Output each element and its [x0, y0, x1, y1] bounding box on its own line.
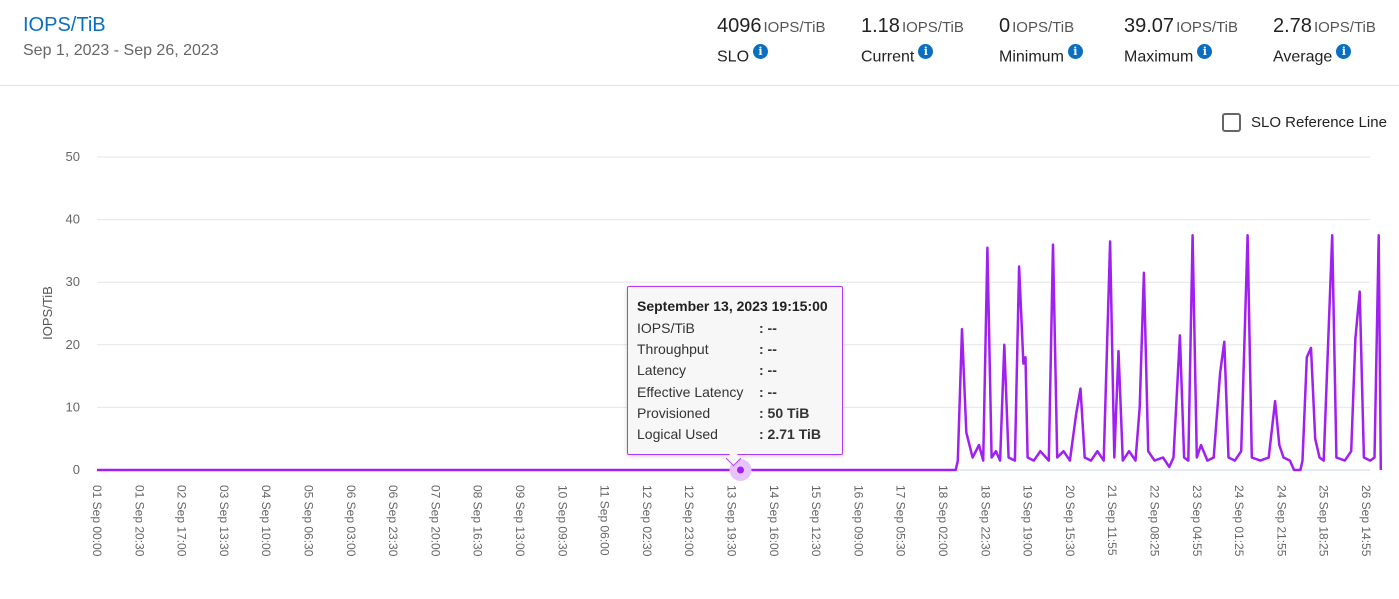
x-tick-label: 26 Sep 14:55	[1359, 485, 1373, 557]
tooltip-value: : 2.71 TiB	[759, 426, 821, 442]
x-tick-label: 15 Sep 12:30	[809, 485, 823, 557]
hover-marker[interactable]	[737, 466, 744, 474]
tooltip-key: Latency	[637, 362, 687, 378]
x-tick-label: 12 Sep 02:30	[640, 485, 654, 557]
y-tick-label: 40	[66, 212, 80, 227]
tooltip-value: : --	[759, 384, 777, 400]
x-tick-label: 06 Sep 03:00	[344, 485, 358, 557]
x-tick-label: 14 Sep 16:00	[767, 485, 781, 557]
x-tick-label: 03 Sep 13:30	[217, 485, 231, 557]
x-tick-label: 06 Sep 23:30	[386, 485, 400, 557]
x-tick-label: 22 Sep 08:25	[1148, 485, 1162, 557]
x-tick-label: 18 Sep 22:30	[978, 485, 992, 557]
x-tick-label: 07 Sep 20:00	[428, 485, 442, 557]
tooltip-value: : --	[759, 341, 777, 357]
tooltip-key: Logical Used	[637, 426, 718, 442]
x-tick-label: 04 Sep 10:00	[259, 485, 273, 557]
y-tick-label: 10	[66, 399, 80, 414]
x-tick-label: 25 Sep 18:25	[1317, 485, 1331, 557]
x-tick-label: 19 Sep 19:00	[1021, 485, 1035, 557]
y-tick-label: 50	[66, 149, 80, 164]
x-tick-label: 10 Sep 09:30	[555, 485, 569, 557]
x-tick-label: 13 Sep 19:30	[725, 485, 739, 557]
tooltip-value: : 50 TiB	[759, 405, 810, 421]
tooltip-value: : --	[759, 320, 777, 336]
x-tick-label: 01 Sep 00:00	[90, 485, 104, 557]
y-tick-label: 20	[66, 337, 80, 352]
x-tick-label: 05 Sep 06:30	[302, 485, 316, 557]
x-tick-label: 18 Sep 02:00	[936, 485, 950, 557]
y-axis-label: IOPS/TiB	[40, 286, 55, 340]
x-tick-label: 12 Sep 23:00	[682, 485, 696, 557]
x-tick-label: 21 Sep 11:55	[1105, 485, 1119, 556]
x-tick-label: 16 Sep 09:00	[851, 485, 865, 557]
x-tick-label: 23 Sep 04:55	[1190, 485, 1204, 557]
tooltip-key: IOPS/TiB	[637, 320, 695, 336]
tooltip-value: : --	[759, 362, 777, 378]
chart-tooltip: September 13, 2023 19:15:00 IOPS/TiB : --…	[627, 286, 843, 467]
x-tick-label: 24 Sep 01:25	[1232, 485, 1246, 557]
tooltip-key: Effective Latency	[637, 384, 744, 400]
x-tick-label: 20 Sep 15:30	[1063, 485, 1077, 557]
x-tick-label: 09 Sep 13:00	[513, 485, 527, 557]
y-tick-label: 0	[73, 462, 80, 477]
tooltip-title: September 13, 2023 19:15:00	[637, 298, 828, 314]
x-tick-label: 01 Sep 20:30	[132, 485, 146, 557]
x-tick-label: 08 Sep 16:30	[471, 485, 485, 557]
x-tick-label: 11 Sep 06:00	[598, 485, 612, 556]
x-tick-label: 17 Sep 05:30	[894, 485, 908, 557]
x-tick-label: 24 Sep 21:55	[1274, 485, 1288, 557]
y-tick-label: 30	[66, 274, 80, 289]
tooltip-key: Provisioned	[637, 405, 711, 421]
tooltip-key: Throughput	[637, 341, 709, 357]
x-tick-label: 02 Sep 17:00	[175, 485, 189, 557]
